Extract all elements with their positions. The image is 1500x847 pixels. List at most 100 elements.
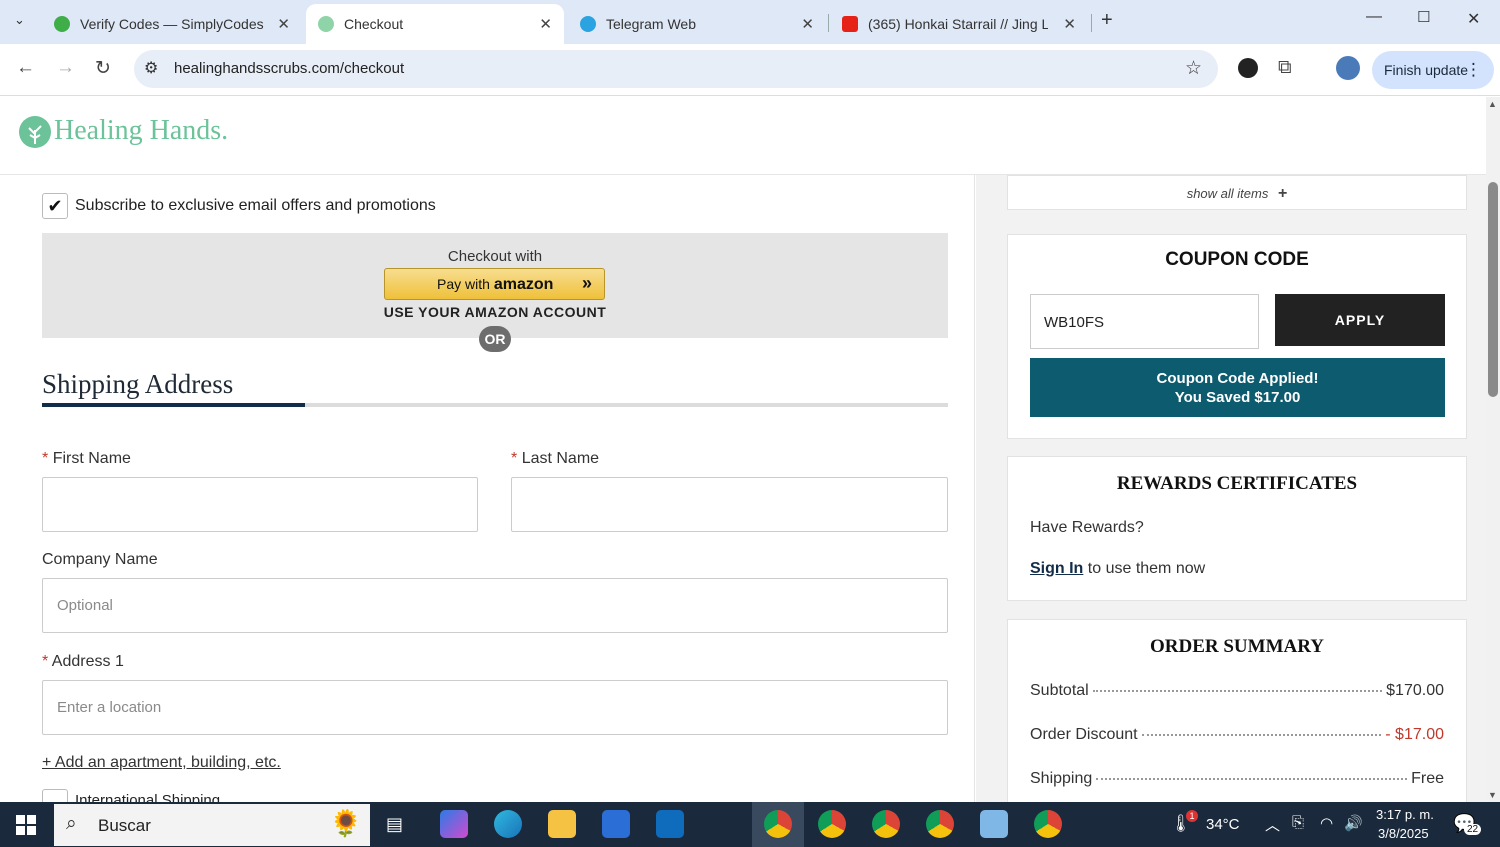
volume-icon[interactable]: 🔊 <box>1344 814 1363 832</box>
show-all-items-card[interactable]: show all items + <box>1007 175 1467 210</box>
chrome-profile-icon[interactable] <box>872 810 900 838</box>
maximize-icon[interactable]: ☐ <box>1417 8 1430 26</box>
subscribe-label: Subscribe to exclusive email offers and … <box>75 197 436 214</box>
ms-store-icon[interactable] <box>602 810 630 838</box>
finish-update-label: Finish update <box>1384 62 1469 78</box>
youtube-favicon-icon <box>842 16 858 32</box>
international-shipping-label: International Shipping <box>75 792 221 802</box>
scroll-down-icon[interactable]: ▼ <box>1488 790 1497 800</box>
forward-arrow-icon[interactable]: → <box>56 57 75 79</box>
wifi-icon[interactable]: ◠ <box>1320 814 1333 832</box>
tab-simplycodes[interactable]: Verify Codes — SimplyCodes ✕ <box>42 4 302 44</box>
dot-leader <box>1096 778 1408 780</box>
sign-in-link[interactable]: Sign In <box>1030 560 1083 577</box>
use-amazon-account-label: USE YOUR AMAZON ACCOUNT <box>383 304 607 320</box>
search-icon: ⌕ <box>66 813 77 834</box>
device-icon[interactable]: ⎘ <box>1292 814 1304 831</box>
chrome-icon[interactable] <box>764 810 792 838</box>
address-bar[interactable]: ⚙ healinghandsscrubs.com/checkout ☆ <box>134 50 1218 88</box>
plus-icon[interactable]: + <box>1278 185 1287 202</box>
finish-update-button[interactable]: Finish update ⋮ <box>1372 51 1494 89</box>
chrome-profile-icon[interactable] <box>1034 810 1062 838</box>
close-tab-icon[interactable]: ✕ <box>277 15 290 33</box>
pay-with-amazon-button[interactable]: Pay with amazon » <box>384 268 605 300</box>
tab-separator <box>1091 14 1092 32</box>
windows-start-icon[interactable] <box>16 815 36 835</box>
coupon-code-input[interactable]: WB10FS <box>1030 294 1259 349</box>
telegram-favicon-icon <box>580 16 596 32</box>
tab-youtube[interactable]: (365) Honkai Starrail // Jing Liu ✕ <box>830 4 1088 44</box>
first-name-text: First Name <box>52 450 131 467</box>
first-name-field[interactable] <box>42 477 478 532</box>
url-text[interactable]: healinghandsscrubs.com/checkout <box>174 60 404 77</box>
clock-time[interactable]: 3:17 p. m. <box>1376 807 1434 822</box>
back-arrow-icon[interactable]: ← <box>16 57 35 79</box>
minimize-icon[interactable]: — <box>1366 8 1382 26</box>
apply-coupon-button[interactable]: APPLY <box>1275 294 1445 346</box>
chevron-up-icon[interactable]: ︿ <box>1265 814 1280 835</box>
tab-strip: ⌄ Verify Codes — SimplyCodes ✕ Checkout … <box>0 0 1500 44</box>
page-scrollbar[interactable]: ▲ ▼ <box>1486 97 1500 802</box>
last-name-field[interactable] <box>511 477 948 532</box>
coupon-saved-text: You Saved $17.00 <box>1174 389 1301 406</box>
checkout-with-label: Checkout with <box>447 248 543 265</box>
show-all-items-link[interactable]: show all items <box>1187 186 1269 201</box>
site-logo[interactable]: Healing Hands. <box>54 115 228 147</box>
window-close-icon[interactable]: ✕ <box>1467 9 1480 29</box>
notification-count: 22 <box>1464 824 1482 835</box>
required-mark: * <box>42 653 49 670</box>
browser-toolbar: ← → ↻ ⚙ healinghandsscrubs.com/checkout … <box>0 44 1500 96</box>
coupon-heading: COUPON CODE <box>1165 249 1309 270</box>
close-tab-icon[interactable]: ✕ <box>539 15 552 33</box>
search-placeholder: Buscar <box>98 816 151 835</box>
tab-title: Checkout <box>344 16 404 32</box>
profile-avatar[interactable] <box>1336 56 1360 80</box>
address1-text: Address 1 <box>51 653 124 670</box>
coupon-applied-text: Coupon Code Applied! <box>1156 370 1319 387</box>
tab-checkout[interactable]: Checkout ✕ <box>306 4 564 44</box>
more-menu-icon[interactable]: ⋮ <box>1465 60 1482 80</box>
rewards-sign-in-row: Sign In to use them now <box>1030 560 1205 578</box>
required-mark: * <box>511 450 518 467</box>
scrollbar-thumb[interactable] <box>1488 182 1498 397</box>
new-tab-plus-icon[interactable]: + <box>1101 9 1113 32</box>
pay-with-label: Pay with <box>437 276 490 292</box>
reload-icon[interactable]: ↻ <box>95 57 111 80</box>
extensions-puzzle-icon[interactable]: ⧉ <box>1278 57 1292 79</box>
summary-label: Subtotal <box>1030 682 1089 699</box>
subscribe-checkbox[interactable]: ✔ <box>42 193 68 219</box>
sunflower-icon: 🌻 <box>329 808 362 838</box>
clock-date[interactable]: 3/8/2025 <box>1378 826 1429 841</box>
close-tab-icon[interactable]: ✕ <box>1063 15 1076 33</box>
outlook-icon[interactable] <box>656 810 684 838</box>
summary-value: - $17.00 <box>1385 726 1444 743</box>
copilot-icon[interactable] <box>440 810 468 838</box>
chrome-profile-icon[interactable] <box>926 810 954 838</box>
scroll-up-icon[interactable]: ▲ <box>1488 99 1497 109</box>
sign-in-suffix: to use them now <box>1087 560 1206 577</box>
weather-temperature[interactable]: 34°C <box>1206 816 1240 833</box>
address1-field[interactable]: Enter a location <box>42 680 948 735</box>
task-view-icon[interactable]: ▤ <box>386 814 403 835</box>
amazon-pay-section: Checkout with Pay with amazon » USE YOUR… <box>42 233 948 338</box>
tab-search-chevron-icon[interactable]: ⌄ <box>14 12 25 28</box>
add-apartment-link[interactable]: + Add an apartment, building, etc. <box>42 754 281 772</box>
rewards-heading: REWARDS CERTIFICATES <box>1116 473 1358 494</box>
last-name-text: Last Name <box>521 450 600 467</box>
extension-icon[interactable] <box>1238 58 1258 78</box>
order-summary-card: ORDER SUMMARY Subtotal $170.00 Order Dis… <box>1007 619 1467 802</box>
edge-icon[interactable] <box>494 810 522 838</box>
tab-telegram[interactable]: Telegram Web ✕ <box>568 4 826 44</box>
company-name-field[interactable]: Optional <box>42 578 948 633</box>
international-shipping-checkbox[interactable] <box>42 789 68 802</box>
taskbar-search-box[interactable]: ⌕ Buscar 🌻 <box>54 804 370 846</box>
windows-taskbar: ⌕ Buscar 🌻 ▤ 🌡 1 34°C ︿ ⎘ ◠ 🔊 3:17 p. m.… <box>0 802 1500 847</box>
chrome-profile-icon[interactable] <box>818 810 846 838</box>
file-explorer-icon[interactable] <box>548 810 576 838</box>
first-name-label: * First Name <box>42 450 131 468</box>
tab-title: Verify Codes — SimplyCodes <box>80 16 264 32</box>
site-info-icon[interactable]: ⚙ <box>144 58 158 78</box>
close-tab-icon[interactable]: ✕ <box>801 15 814 33</box>
notepad-icon[interactable] <box>980 810 1008 838</box>
bookmark-star-icon[interactable]: ☆ <box>1185 57 1202 80</box>
